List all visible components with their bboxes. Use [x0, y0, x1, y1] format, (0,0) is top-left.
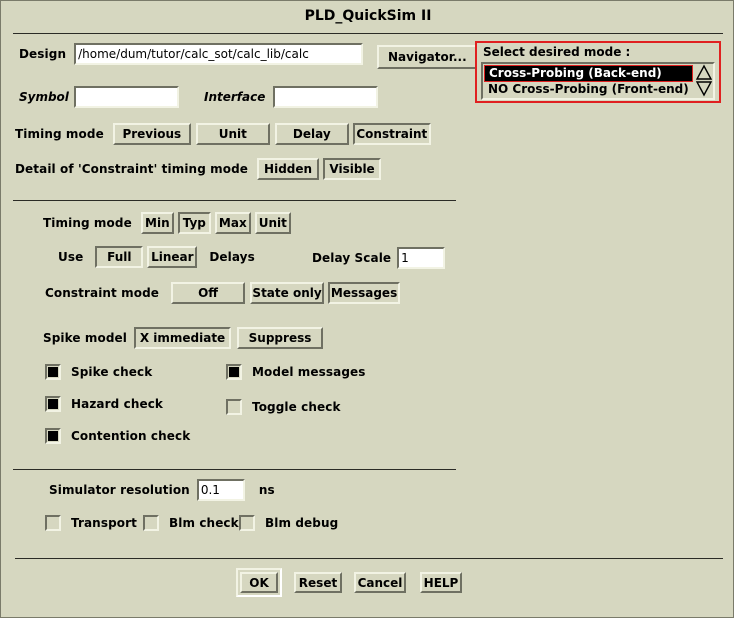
timing-detail-unit-button[interactable]: Unit [254, 212, 291, 234]
ok-button-default-ring: OK [236, 568, 282, 597]
constraint-mode-state-only-button[interactable]: State only [250, 282, 325, 304]
help-button[interactable]: HELP [420, 572, 462, 593]
model-messages-checkbox[interactable] [226, 364, 242, 380]
page-title: PLD_QuickSim II [304, 8, 432, 24]
use-linear-button[interactable]: Linear [147, 246, 198, 268]
spike-model-label: Spike model [43, 331, 128, 345]
delay-scale-label: Delay Scale [312, 251, 392, 265]
blm-check-row[interactable]: Blm check [143, 515, 239, 531]
detail-visible-button[interactable]: Visible [323, 158, 382, 180]
timing-mode-unit-button[interactable]: Unit [195, 123, 270, 145]
spike-check-row[interactable]: Spike check [45, 364, 152, 380]
timing-detail-row: Timing mode Min Typ Max Unit [43, 212, 291, 234]
delay-scale-input[interactable] [397, 247, 446, 269]
timing-detail-max-button[interactable]: Max [214, 212, 251, 234]
model-messages-label: Model messages [252, 365, 366, 379]
simulator-resolution-input[interactable] [196, 479, 245, 501]
interface-input[interactable] [273, 86, 379, 108]
toggle-check-checkbox[interactable] [226, 399, 242, 415]
detail-row: Detail of 'Constraint' timing mode Hidde… [15, 158, 382, 180]
mode-listbox-items: Cross-Probing (Back-end) NO Cross-Probin… [483, 64, 695, 98]
triangle-up-icon[interactable] [695, 64, 713, 80]
model-messages-row[interactable]: Model messages [226, 364, 366, 380]
detail-hidden-button[interactable]: Hidden [257, 158, 320, 180]
constraint-mode-off-button[interactable]: Off [171, 282, 246, 304]
ok-button[interactable]: OK [240, 572, 278, 593]
contention-check-row[interactable]: Contention check [45, 428, 190, 444]
transport-label: Transport [71, 516, 137, 530]
simulator-resolution-label: Simulator resolution [49, 483, 190, 497]
use-delays-row: Use Full Linear Delays [58, 246, 255, 268]
title-separator [13, 33, 723, 34]
navigator-button[interactable]: Navigator... [377, 45, 478, 69]
hazard-check-checkbox[interactable] [45, 396, 61, 412]
symbol-row: Symbol Interface [19, 86, 379, 108]
constraint-mode-row: Constraint mode Off State only Messages [45, 282, 401, 304]
toggle-check-row[interactable]: Toggle check [226, 399, 341, 415]
transport-row[interactable]: Transport [45, 515, 137, 531]
symbol-label: Symbol [19, 90, 69, 104]
select-mode-title: Select desired mode : [483, 45, 631, 59]
cancel-button[interactable]: Cancel [354, 572, 406, 593]
timing-detail-label: Timing mode [43, 216, 132, 230]
symbol-input[interactable] [74, 86, 179, 108]
timing-mode-top-label: Timing mode [15, 127, 104, 141]
design-row: Design [19, 43, 364, 65]
blm-debug-label: Blm debug [265, 516, 339, 530]
hazard-check-label: Hazard check [71, 397, 163, 411]
spike-model-row: Spike model X immediate Suppress [43, 327, 324, 349]
blm-debug-row[interactable]: Blm debug [239, 515, 338, 531]
simulator-resolution-unit: ns [258, 483, 275, 497]
design-input[interactable] [74, 43, 364, 65]
mode-list-item-cross-probing[interactable]: Cross-Probing (Back-end) [484, 65, 693, 82]
hazard-check-row[interactable]: Hazard check [45, 396, 163, 412]
design-label: Design [19, 47, 67, 61]
timing-mode-top-row: Timing mode Previous Unit Delay Constrai… [15, 123, 431, 145]
timing-mode-delay-button[interactable]: Delay [274, 123, 349, 145]
interface-label: Interface [204, 90, 266, 104]
transport-checkbox[interactable] [45, 515, 61, 531]
timing-detail-typ-button[interactable]: Typ [177, 212, 211, 234]
select-mode-panel: Select desired mode : Cross-Probing (Bac… [475, 41, 721, 103]
use-label: Use [58, 250, 84, 264]
blm-check-label: Blm check [169, 516, 239, 530]
contention-check-checkbox[interactable] [45, 428, 61, 444]
simulator-resolution-row: Simulator resolution ns [49, 479, 275, 501]
spike-check-checkbox[interactable] [45, 364, 61, 380]
pld-quicksim-dialog: PLD_QuickSim II Design Navigator... Symb… [0, 0, 734, 618]
mode-listbox[interactable]: Cross-Probing (Back-end) NO Cross-Probin… [481, 62, 715, 100]
triangle-down-icon[interactable] [695, 81, 713, 97]
delays-suffix-label: Delays [209, 250, 255, 264]
spike-model-x-immediate-button[interactable]: X immediate [134, 327, 232, 349]
toggle-check-label: Toggle check [252, 400, 341, 414]
mode-list-item-no-cross-probing[interactable]: NO Cross-Probing (Front-end) [484, 82, 695, 98]
use-full-button[interactable]: Full [95, 246, 144, 268]
spike-check-label: Spike check [71, 365, 153, 379]
section-separator-1 [13, 200, 456, 201]
constraint-mode-messages-button[interactable]: Messages [328, 282, 401, 304]
section-separator-2 [13, 469, 456, 470]
detail-label: Detail of 'Constraint' timing mode [15, 162, 249, 176]
constraint-mode-label: Constraint mode [45, 286, 160, 300]
spike-model-suppress-button[interactable]: Suppress [237, 327, 324, 349]
timing-mode-constraint-button[interactable]: Constraint [352, 123, 431, 145]
mode-listbox-scrollbar[interactable] [695, 64, 713, 98]
timing-mode-previous-button[interactable]: Previous [112, 123, 191, 145]
action-bar: OK Reset Cancel HELP [236, 568, 462, 597]
delay-scale-row: Delay Scale [312, 247, 446, 269]
action-separator [15, 558, 723, 559]
timing-detail-min-button[interactable]: Min [140, 212, 174, 234]
blm-debug-checkbox[interactable] [239, 515, 255, 531]
blm-check-checkbox[interactable] [143, 515, 159, 531]
scroll-arrows-icon[interactable] [695, 64, 713, 98]
contention-check-label: Contention check [71, 429, 191, 443]
reset-button[interactable]: Reset [294, 572, 342, 593]
navigator-row: Navigator... [377, 45, 478, 69]
